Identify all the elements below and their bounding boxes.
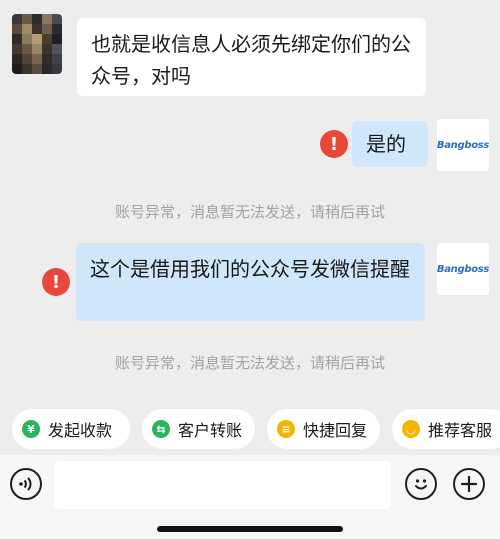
message-input[interactable]: [54, 461, 391, 509]
my-avatar[interactable]: Bangboss: [437, 119, 489, 171]
my-avatar[interactable]: Bangboss: [437, 243, 489, 295]
bangboss-logo: Bangboss: [436, 263, 490, 275]
emoji-button[interactable]: [405, 468, 437, 500]
recommend-service-button[interactable]: ◡ 推荐客服: [392, 409, 500, 449]
chat-screen: 也就是收信息人必须先绑定你们的公众号，对吗 ! 是的 Bangboss 账号异常…: [0, 0, 500, 539]
transfer-icon: ⇆: [152, 420, 170, 438]
bangboss-logo: Bangboss: [436, 139, 490, 151]
quick-action-bar: ¥ 发起收款 ⇆ 客户转账 ≡ 快捷回复 ◡ 推荐客服: [12, 409, 500, 449]
quick-reply-button[interactable]: ≡ 快捷回复: [267, 409, 380, 449]
message-bubble-incoming[interactable]: 也就是收信息人必须先绑定你们的公众号，对吗: [77, 18, 426, 96]
message-text: 是的: [366, 132, 406, 156]
message-text: 这个是借用我们的公众号发微信提醒: [90, 257, 410, 281]
system-notice: 账号异常，消息暂无法发送，请稍后再试: [114, 203, 385, 221]
send-failed-icon[interactable]: !: [320, 130, 348, 158]
contact-avatar[interactable]: [12, 14, 62, 74]
voice-icon: [19, 477, 32, 491]
collect-payment-button[interactable]: ¥ 发起收款: [12, 409, 130, 449]
message-text: 也就是收信息人必须先绑定你们的公众号，对吗: [91, 32, 411, 88]
customer-transfer-button[interactable]: ⇆ 客户转账: [142, 409, 255, 449]
home-indicator[interactable]: [157, 526, 343, 532]
voice-input-button[interactable]: [10, 468, 42, 500]
message-bubble-outgoing[interactable]: 这个是借用我们的公众号发微信提醒: [76, 243, 425, 321]
system-notice: 账号异常，消息暂无法发送，请稍后再试: [114, 354, 385, 372]
quick-reply-icon: ≡: [277, 420, 295, 438]
plus-icon: [460, 475, 478, 493]
send-failed-icon[interactable]: !: [42, 268, 70, 296]
more-button[interactable]: [453, 468, 485, 500]
message-bubble-outgoing[interactable]: 是的: [352, 121, 428, 167]
smiley-icon: [415, 479, 427, 490]
recommend-icon: ◡: [402, 420, 420, 438]
input-bar: [0, 455, 500, 539]
yuan-icon: ¥: [22, 420, 40, 438]
